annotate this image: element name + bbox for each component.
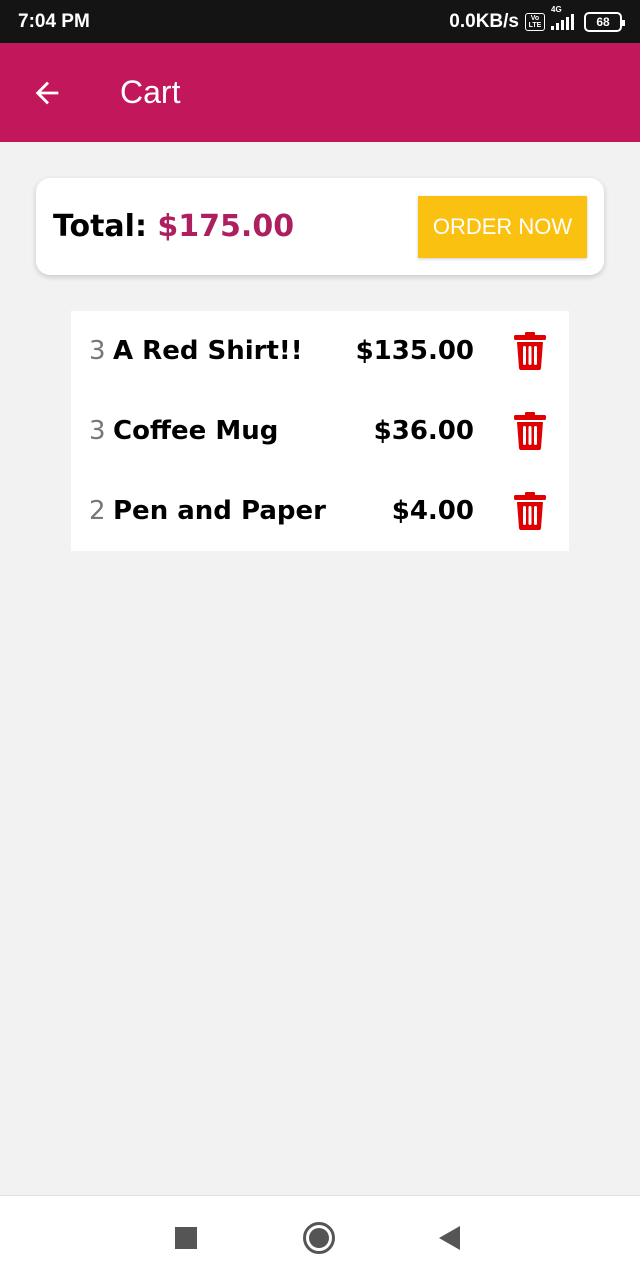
battery-level: 68 <box>596 14 610 29</box>
recents-icon <box>175 1227 197 1249</box>
status-indicators: 0.0KB/s Vo LTE 4G 68 <box>449 5 625 33</box>
trash-icon <box>514 332 546 370</box>
total-card: Total: $175.00 ORDER NOW <box>36 178 604 275</box>
total-summary: Total: $175.00 <box>53 209 294 244</box>
cart-items-list: 3 A Red Shirt!! $135.00 3 Coffee Mug $36… <box>71 311 569 551</box>
page-title: Cart <box>120 74 181 110</box>
item-price: $135.00 <box>355 336 474 366</box>
volte-bottom-text: LTE <box>528 21 542 29</box>
trash-icon <box>514 412 546 450</box>
battery-icon: 68 <box>584 11 625 32</box>
delete-item-button[interactable] <box>511 408 549 454</box>
total-amount: $175.00 <box>157 209 295 244</box>
delete-item-button[interactable] <box>511 488 549 534</box>
status-time: 7:04 PM <box>18 10 90 32</box>
delete-item-button[interactable] <box>511 328 549 374</box>
cart-item: 3 A Red Shirt!! $135.00 <box>71 311 569 391</box>
arrow-left-icon <box>35 81 59 104</box>
back-triangle-icon <box>439 1226 460 1250</box>
home-icon <box>303 1222 335 1254</box>
item-quantity: 3 <box>89 416 106 446</box>
status-bar: 7:04 PM 0.0KB/s Vo LTE 4G 68 <box>0 0 640 43</box>
volte-icon: Vo LTE <box>525 12 545 31</box>
system-back-button[interactable] <box>428 1216 472 1260</box>
item-name: Pen and Paper <box>113 496 326 526</box>
network-speed: 0.0KB/s <box>449 10 519 32</box>
volte-top-text: Vo <box>530 14 540 22</box>
network-type: 4G <box>551 4 562 14</box>
cart-item: 3 Coffee Mug $36.00 <box>71 391 569 471</box>
item-name: Coffee Mug <box>113 416 279 446</box>
trash-icon <box>514 492 546 530</box>
system-nav-bar <box>0 1195 640 1280</box>
item-quantity: 2 <box>89 496 106 526</box>
recents-button[interactable] <box>164 1216 208 1260</box>
total-label: Total: <box>53 209 147 244</box>
back-button[interactable] <box>12 58 82 128</box>
item-price: $4.00 <box>391 496 474 526</box>
item-price: $36.00 <box>373 416 474 446</box>
order-now-button[interactable]: ORDER NOW <box>418 195 587 258</box>
home-button[interactable] <box>297 1216 341 1260</box>
cart-item: 2 Pen and Paper $4.00 <box>71 471 569 551</box>
item-name: A Red Shirt!! <box>113 336 303 366</box>
app-bar: Cart <box>0 43 640 142</box>
signal-icon: 4G <box>551 5 574 30</box>
item-quantity: 3 <box>89 336 106 366</box>
